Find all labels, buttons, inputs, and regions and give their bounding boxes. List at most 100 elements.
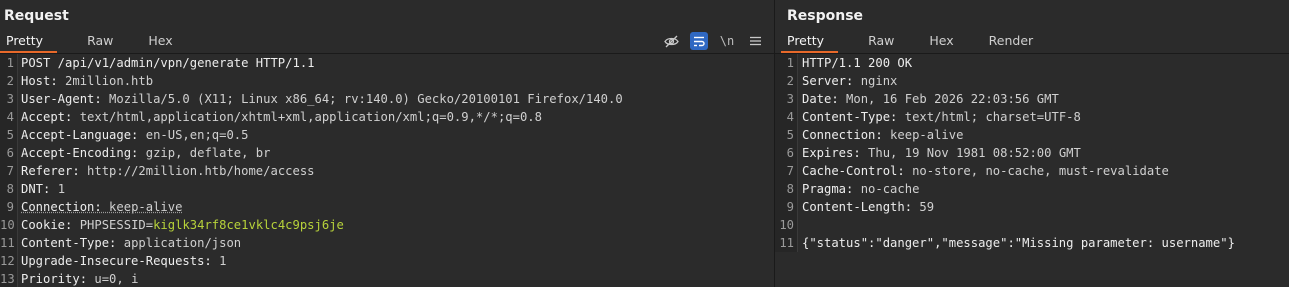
header-name: Server: <box>802 74 854 88</box>
header-value: u=0, i <box>87 272 139 286</box>
code-line: 12 Upgrade-Insecure-Requests: 1 <box>0 252 774 270</box>
code-line: 3 User-Agent: Mozilla/5.0 (X11; Linux x86… <box>0 90 774 108</box>
header-value: 1 <box>211 254 227 268</box>
code-line: 3 Date: Mon, 16 Feb 2026 22:03:56 GMT <box>775 90 1289 108</box>
line-number: 4 <box>0 108 17 126</box>
request-toolbar: \n <box>662 30 764 52</box>
line-number: 10 <box>0 216 17 234</box>
line-number: 6 <box>0 144 17 162</box>
header-value: 2million.htb <box>57 74 154 88</box>
header-name: Priority: <box>21 272 88 286</box>
code-line: 10 Cookie: PHPSESSID= kiglk34rf8ce1vklc4c9… <box>0 216 774 234</box>
code-line: 9 Content-Length: 59 <box>775 198 1289 216</box>
code-line: 5 Accept-Language: en-US,en;q=0.5 <box>0 126 774 144</box>
cookie-name: PHPSESSID= <box>72 218 154 232</box>
line-number: 9 <box>0 198 17 216</box>
header-value: text/html; charset=UTF-8 <box>897 110 1081 124</box>
request-line: POST /api/v1/admin/vpn/generate HTTP/1.1 <box>21 56 315 70</box>
code-line: 11 Content-Type: application/json <box>0 234 774 252</box>
request-title: Request <box>4 8 69 24</box>
line-number: 13 <box>0 270 17 287</box>
response-body: {"status":"danger","message":"Missing pa… <box>802 236 1235 250</box>
code-line: 2 Host: 2million.htb <box>0 72 774 90</box>
header-value: http://2million.htb/home/access <box>79 164 315 178</box>
line-number: 5 <box>775 126 797 144</box>
code-line: 6 Expires: Thu, 19 Nov 1981 08:52:00 GMT <box>775 144 1289 162</box>
header-name: User-Agent: <box>21 92 102 106</box>
code-line: 8 Pragma: no-cache <box>775 180 1289 198</box>
request-tab-hex[interactable]: Hex <box>142 30 177 51</box>
line-number: 7 <box>0 162 17 180</box>
header-value: no-cache <box>853 182 920 196</box>
response-editor[interactable]: 1 HTTP/1.1 200 OK 2 Server: nginx 3 Date: M… <box>775 54 1289 252</box>
hide-eye-icon[interactable] <box>662 32 680 50</box>
header-value: Thu, 19 Nov 1981 08:52:00 GMT <box>860 146 1081 160</box>
header-value: text/html,application/xhtml+xml,applicat… <box>72 110 542 124</box>
header-name: Connection: <box>802 128 883 142</box>
header-name: DNT: <box>21 182 51 196</box>
line-number: 12 <box>0 252 17 270</box>
line-number: 8 <box>775 180 797 198</box>
header-value: Mozilla/5.0 (X11; Linux x86_64; rv:140.0… <box>101 92 623 106</box>
line-number: 3 <box>0 90 17 108</box>
code-line: 1 POST /api/v1/admin/vpn/generate HTTP/1.… <box>0 54 774 72</box>
request-tabbar: Pretty Raw Hex \n <box>0 30 774 54</box>
header-name: Host: <box>21 74 58 88</box>
line-number: 11 <box>0 234 17 252</box>
line-number: 1 <box>775 54 797 72</box>
code-line: 4 Content-Type: text/html; charset=UTF-8 <box>775 108 1289 126</box>
response-title: Response <box>787 8 864 24</box>
code-line: 1 HTTP/1.1 200 OK <box>775 54 1289 72</box>
code-line: 8 DNT: 1 <box>0 180 774 198</box>
response-tab-raw[interactable]: Raw <box>862 30 899 51</box>
cookie-value: kiglk34rf8ce1vklc4c9psj6je <box>153 218 344 232</box>
response-pane: Response Pretty Raw Hex Render 1 HTTP/1.1… <box>775 0 1289 287</box>
line-number: 3 <box>775 90 797 108</box>
menu-icon[interactable] <box>746 32 764 50</box>
header-name: Content-Type: <box>21 236 117 250</box>
line-number: 2 <box>0 72 17 90</box>
code-line: 11 {"status":"danger","message":"Missing … <box>775 234 1289 252</box>
header-name: Content-Length: <box>802 200 913 214</box>
line-number: 6 <box>775 144 797 162</box>
header-value: 59 <box>912 200 935 214</box>
header-value: 1 <box>50 182 66 196</box>
status-line: HTTP/1.1 200 OK <box>802 56 913 70</box>
header-value: gzip, deflate, br <box>138 146 271 160</box>
header-value: nginx <box>853 74 898 88</box>
header-value: Mon, 16 Feb 2026 22:03:56 GMT <box>838 92 1059 106</box>
request-tab-pretty[interactable]: Pretty <box>0 30 58 53</box>
response-tab-pretty[interactable]: Pretty <box>781 30 839 53</box>
header-name: Content-Type: <box>802 110 898 124</box>
header-name: Date: <box>802 92 839 106</box>
header-name: Cache-Control: <box>802 164 905 178</box>
line-number: 8 <box>0 180 17 198</box>
header-name: Pragma: <box>802 182 854 196</box>
header-value: en-US,en;q=0.5 <box>138 128 249 142</box>
newline-toggle-icon[interactable]: \n <box>718 32 736 50</box>
request-editor[interactable]: 1 POST /api/v1/admin/vpn/generate HTTP/1.… <box>0 54 774 287</box>
header-name: Accept: <box>21 110 73 124</box>
header-value: no-store, no-cache, must-revalidate <box>904 164 1169 178</box>
line-number: 4 <box>775 108 797 126</box>
code-line: 10 <box>775 216 1289 234</box>
header-value: keep-alive <box>101 200 183 214</box>
line-number: 10 <box>775 216 797 234</box>
header-name: Connection: <box>21 200 102 214</box>
response-tab-hex[interactable]: Hex <box>923 30 958 51</box>
line-number: 5 <box>0 126 17 144</box>
header-name: Cookie: <box>21 218 73 232</box>
header-name: Expires: <box>802 146 861 160</box>
code-line: 5 Connection: keep-alive <box>775 126 1289 144</box>
header-name: Accept-Language: <box>21 128 139 142</box>
code-line: 4 Accept: text/html,application/xhtml+xml… <box>0 108 774 126</box>
response-tab-render[interactable]: Render <box>983 30 1039 51</box>
request-pane: Request Pretty Raw Hex \n 1 POST /api/v1/… <box>0 0 775 287</box>
header-value: keep-alive <box>882 128 964 142</box>
request-tab-raw[interactable]: Raw <box>81 30 118 51</box>
header-name: Accept-Encoding: <box>21 146 139 160</box>
pretty-print-icon[interactable] <box>690 32 708 50</box>
header-value: application/json <box>116 236 242 250</box>
header-name: Referer: <box>21 164 80 178</box>
line-number: 11 <box>775 234 797 252</box>
